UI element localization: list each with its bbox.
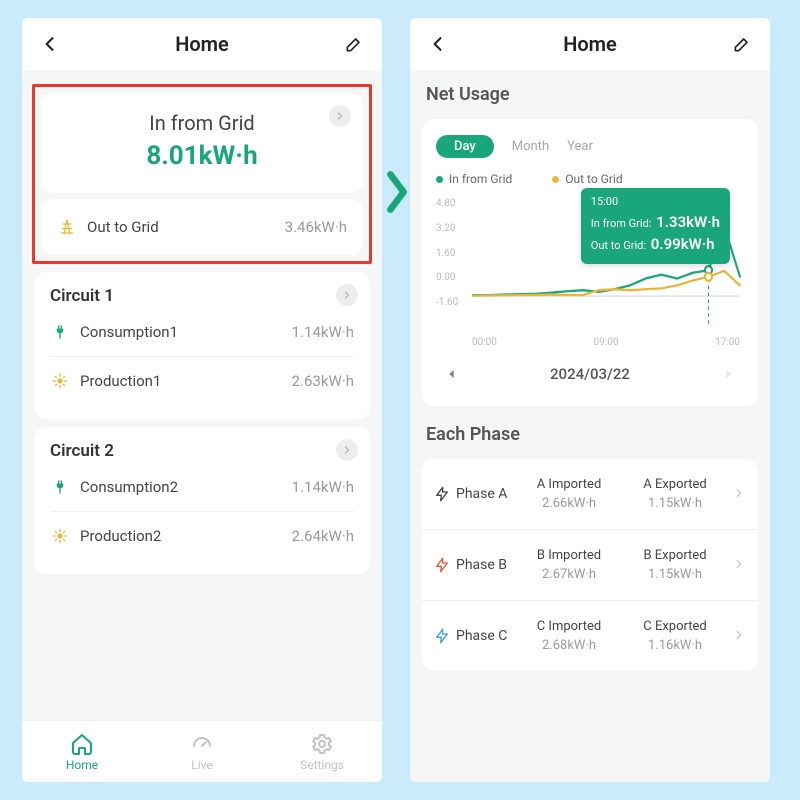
- phase-name: Phase C: [434, 628, 512, 644]
- phase-exported: A Exported1.15kW·h: [626, 477, 724, 511]
- sun-icon: [50, 371, 70, 391]
- page-title: Home: [563, 32, 617, 56]
- phase-name: Phase A: [434, 486, 512, 502]
- phase-row[interactable]: Phase C C Imported2.68kW·h C Exported1.1…: [422, 600, 758, 671]
- range-month[interactable]: Month: [512, 139, 549, 154]
- section-title-each-phase: Each Phase: [418, 414, 762, 451]
- back-button[interactable]: [36, 30, 64, 58]
- phase-row[interactable]: Phase B B Imported2.67kW·h B Exported1.1…: [422, 529, 758, 600]
- summary-card-in-from-grid[interactable]: In from Grid 8.01kW·h: [41, 93, 363, 193]
- gear-icon: [310, 732, 334, 756]
- each-phase-card: Phase A A Imported2.66kW·h A Exported1.1…: [422, 459, 758, 671]
- row-label: Out to Grid: [87, 218, 275, 236]
- chevron-right-icon: [732, 627, 746, 646]
- highlight-frame: In from Grid 8.01kW·h Out to Grid 3.46kW…: [32, 84, 372, 264]
- tab-home[interactable]: Home: [22, 721, 142, 782]
- date-stepper: 2024/03/22: [436, 362, 744, 386]
- hero-label: In from Grid: [57, 111, 347, 135]
- chart-tooltip: 15:00 In from Grid: 1.33kW·h Out to Grid…: [581, 188, 730, 264]
- circuit-row: Production2 2.64kW·h: [50, 511, 354, 560]
- page-title: Home: [175, 32, 229, 56]
- phase-exported: C Exported1.16kW·h: [626, 619, 724, 653]
- row-label: Consumption1: [80, 323, 282, 341]
- tooltip-in-label: In from Grid:: [591, 217, 652, 230]
- bolt-icon: [434, 557, 450, 573]
- edit-button[interactable]: [728, 30, 756, 58]
- row-label: Production1: [80, 372, 282, 390]
- circuit-card[interactable]: Circuit 1 Consumption1 1.14kW·h Producti…: [34, 272, 370, 419]
- chart-legend: In from Grid Out to Grid: [436, 172, 744, 186]
- circuit-card[interactable]: Circuit 2 Consumption2 1.14kW·h Producti…: [34, 427, 370, 574]
- legend-dot-in: [436, 176, 443, 183]
- section-title-net-usage: Net Usage: [418, 74, 762, 111]
- tooltip-out-value: 0.99kW·h: [651, 235, 715, 253]
- phase-imported: C Imported2.68kW·h: [520, 619, 618, 653]
- tab-label: Settings: [300, 758, 344, 772]
- tab-bar: Home Live Settings: [22, 720, 382, 782]
- phase-imported: A Imported2.66kW·h: [520, 477, 618, 511]
- row-value: 1.14kW·h: [292, 478, 354, 496]
- summary-card-out-to-grid[interactable]: Out to Grid 3.46kW·h: [41, 199, 363, 255]
- chevron-right-icon: [329, 105, 351, 127]
- titlebar: Home: [22, 18, 382, 70]
- gauge-icon: [190, 732, 214, 756]
- date-prev-button[interactable]: [440, 362, 464, 386]
- tab-live[interactable]: Live: [142, 721, 262, 782]
- tab-label: Live: [191, 758, 212, 772]
- tab-label: Home: [66, 758, 98, 772]
- titlebar: Home: [410, 18, 770, 70]
- date-next-button[interactable]: [716, 362, 740, 386]
- plug-icon: [50, 322, 70, 342]
- phone-home-overview: Home In from Grid 8.01kW·h: [22, 18, 382, 782]
- row-value: 2.63kW·h: [292, 372, 354, 390]
- hero-value: 8.01kW·h: [57, 141, 347, 171]
- row-value: 1.14kW·h: [292, 323, 354, 341]
- circuit-title: Circuit 1: [50, 286, 354, 306]
- phase-row[interactable]: Phase A A Imported2.66kW·h A Exported1.1…: [422, 459, 758, 529]
- phase-imported: B Imported2.67kW·h: [520, 548, 618, 582]
- usage-chart[interactable]: 4.803.201.600.00-1.60 00:0009:0017:00 15…: [436, 198, 744, 348]
- navigate-arrow-icon: [383, 170, 411, 218]
- sun-icon: [50, 526, 70, 546]
- tooltip-in-value: 1.33kW·h: [656, 213, 720, 231]
- range-day[interactable]: Day: [436, 135, 494, 158]
- tooltip-time: 15:00: [591, 194, 720, 211]
- current-date: 2024/03/22: [550, 365, 630, 383]
- range-segmented: Day Month Year: [436, 135, 744, 158]
- row-value: 3.46kW·h: [285, 218, 347, 236]
- legend-dot-out: [552, 176, 559, 183]
- legend-out-label: Out to Grid: [565, 172, 622, 186]
- circuit-title: Circuit 2: [50, 441, 354, 461]
- chevron-right-icon: [336, 439, 358, 461]
- phase-exported: B Exported1.15kW·h: [626, 548, 724, 582]
- plug-icon: [50, 477, 70, 497]
- phone-net-usage: Home Net Usage Day Month Year In from Gr…: [410, 18, 770, 782]
- net-usage-card: Day Month Year In from Grid Out to Grid …: [422, 119, 758, 406]
- edit-button[interactable]: [340, 30, 368, 58]
- tooltip-out-label: Out to Grid:: [591, 239, 646, 252]
- circuit-row: Consumption1 1.14kW·h: [50, 308, 354, 356]
- home-icon: [70, 732, 94, 756]
- range-year[interactable]: Year: [567, 139, 593, 154]
- row-label: Consumption2: [80, 478, 282, 496]
- row-value: 2.64kW·h: [292, 527, 354, 545]
- chevron-right-icon: [336, 284, 358, 306]
- chevron-right-icon: [732, 485, 746, 504]
- legend-in-label: In from Grid: [449, 172, 512, 186]
- chevron-right-icon: [732, 556, 746, 575]
- phase-name: Phase B: [434, 557, 512, 573]
- bolt-icon: [434, 486, 450, 502]
- back-button[interactable]: [424, 30, 452, 58]
- tab-settings[interactable]: Settings: [262, 721, 382, 782]
- circuit-row: Production1 2.63kW·h: [50, 356, 354, 405]
- bolt-icon: [434, 628, 450, 644]
- circuit-row: Consumption2 1.14kW·h: [50, 463, 354, 511]
- row-label: Production2: [80, 527, 282, 545]
- pylon-icon: [57, 217, 77, 237]
